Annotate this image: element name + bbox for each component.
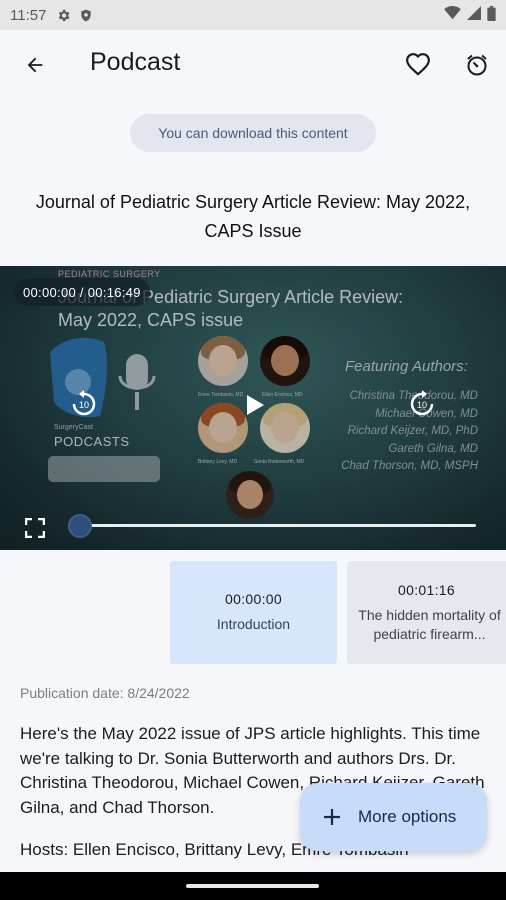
- fullscreen-icon: [25, 518, 45, 538]
- seek-bar[interactable]: [80, 524, 476, 527]
- seek-thumb[interactable]: [68, 514, 92, 538]
- skip-forward-seconds: 10: [417, 400, 427, 410]
- favorite-button[interactable]: [403, 50, 433, 80]
- settings-icon: [56, 8, 71, 23]
- wifi-icon: [444, 6, 461, 24]
- signal-icon: [467, 6, 481, 24]
- download-available-chip: You can download this content: [130, 114, 376, 152]
- video-player[interactable]: PEDIATRIC SURGERY Journal of Pediatric S…: [0, 266, 506, 550]
- chapter-time: 00:01:16: [398, 581, 455, 598]
- battery-icon: [487, 5, 496, 25]
- app-bar: Podcast: [0, 30, 506, 100]
- chapter-item[interactable]: 00:00:00 Introduction: [170, 561, 337, 664]
- plus-icon: [322, 807, 342, 827]
- chapter-label: Introduction: [216, 616, 291, 632]
- back-button[interactable]: [22, 52, 48, 78]
- status-bar: 11:57: [0, 0, 506, 30]
- fullscreen-button[interactable]: [22, 515, 48, 541]
- play-icon: [247, 395, 264, 415]
- heart-icon: [406, 53, 430, 76]
- chapter-label: The hidden mortality of pediatric firear…: [358, 606, 501, 642]
- sleep-timer-button[interactable]: [462, 50, 492, 80]
- shield-icon: [79, 8, 93, 23]
- replay-10-icon: 10: [72, 390, 96, 416]
- skip-back-button[interactable]: 10: [67, 386, 101, 420]
- skip-back-seconds: 10: [79, 400, 89, 410]
- back-arrow-icon: [27, 57, 43, 73]
- chapter-time: 00:00:00: [225, 591, 282, 607]
- status-time: 11:57: [10, 6, 47, 24]
- timer-icon: [467, 54, 487, 76]
- home-handle[interactable]: [186, 884, 319, 888]
- forward-10-icon: 10: [410, 390, 434, 416]
- chapter-item[interactable]: 00:01:16 The hidden mortality of pediatr…: [347, 561, 506, 664]
- more-options-button[interactable]: More options: [300, 783, 487, 851]
- skip-forward-button[interactable]: 10: [405, 386, 439, 420]
- publication-date: Publication date: 8/24/2022: [20, 685, 190, 701]
- playback-time: 00:00:00 / 00:16:49: [14, 278, 150, 306]
- episode-title: Journal of Pediatric Surgery Article Rev…: [35, 192, 471, 241]
- page-title: Podcast: [90, 48, 181, 76]
- more-options-label: More options: [358, 807, 457, 826]
- play-button[interactable]: [240, 390, 270, 420]
